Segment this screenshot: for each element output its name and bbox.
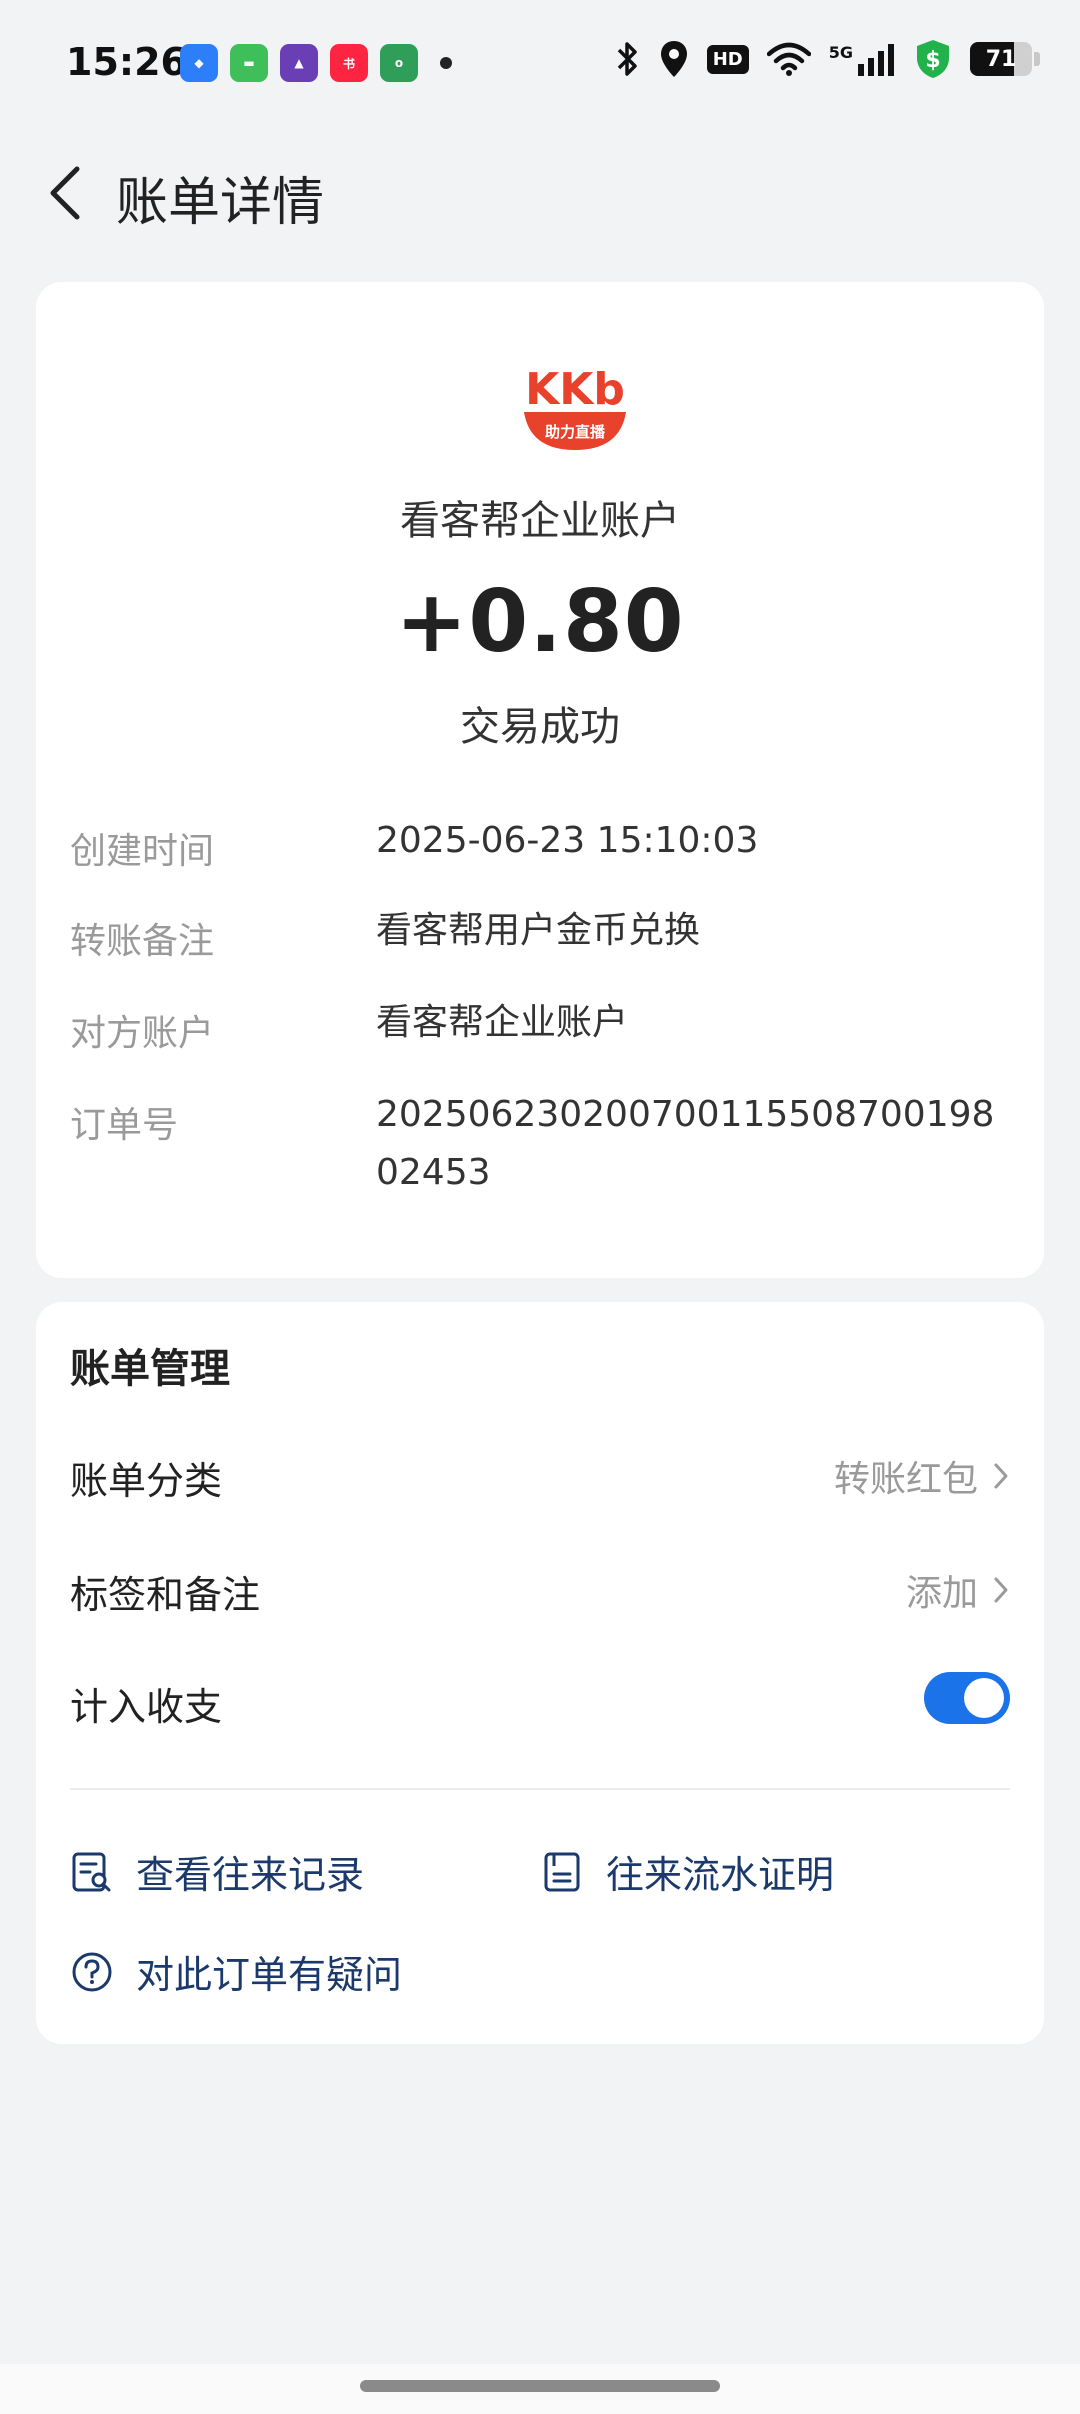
view-records-label: 查看往来记录 xyxy=(136,1853,365,1897)
include-in-budget-toggle[interactable] xyxy=(924,1672,1010,1724)
merchant-name: 看客帮企业账户 xyxy=(400,498,680,544)
detail-label: 创建时间 xyxy=(70,831,215,872)
view-records-link[interactable]: 查看往来记录 xyxy=(70,1844,364,1899)
back-button[interactable] xyxy=(30,158,100,228)
detail-label: 订单号 xyxy=(70,1105,179,1146)
oppo-app-icon: o xyxy=(380,44,418,82)
messages-app-icon: ▬ xyxy=(230,44,268,82)
battery-level: 71 xyxy=(985,46,1017,72)
security-shield-icon: $ xyxy=(917,40,949,78)
chat-app-icon: ◆ xyxy=(180,44,218,82)
detail-value: 2025-06-23 15:10:03 xyxy=(376,820,759,861)
records-search-icon xyxy=(72,1852,111,1891)
status-time: 15:26 xyxy=(66,40,187,84)
toggle-knob xyxy=(964,1678,1004,1718)
cellular-signal: 5G xyxy=(829,42,896,76)
notification-app-icons: ◆ ▬ ▲ 书 o xyxy=(180,44,452,82)
page-title: 账单详情 xyxy=(116,173,325,233)
section-title: 账单管理 xyxy=(70,1346,230,1392)
home-indicator[interactable] xyxy=(360,2380,720,2392)
bill-category-label: 账单分类 xyxy=(70,1459,223,1503)
document-icon xyxy=(544,1852,580,1891)
order-number-value[interactable]: 20250623020070011550870019802453 xyxy=(376,1086,1010,1202)
battery-indicator: 71 xyxy=(970,42,1040,76)
include-in-budget-row: 计入收支 xyxy=(70,1662,1010,1742)
bluetooth-icon xyxy=(617,42,637,76)
bill-category-right: 转账红包 xyxy=(834,1450,1010,1502)
location-icon xyxy=(660,41,687,77)
detail-value: 看客帮用户金币兑换 xyxy=(376,910,701,951)
bill-category-row[interactable]: 账单分类 转账红包 xyxy=(70,1436,1010,1516)
xiaohongshu-app-icon: 书 xyxy=(330,44,368,82)
hd-badge: HD xyxy=(706,44,749,74)
detail-value: 看客帮企业账户 xyxy=(376,1002,629,1043)
signal-icon xyxy=(858,44,894,76)
include-in-budget-label: 计入收支 xyxy=(70,1685,223,1729)
tags-notes-row[interactable]: 标签和备注 添加 xyxy=(70,1550,1010,1630)
transaction-card: KKb 助力直播 看客帮企业账户 +0.80 交易成功 创建时间 2025-06… xyxy=(36,282,1044,1278)
status-indicators: HD 5G $ 71 xyxy=(615,38,1040,80)
tags-notes-value: 添加 xyxy=(905,1573,978,1614)
chevron-right-icon xyxy=(994,1463,1008,1489)
detail-label: 对方账户 xyxy=(70,1013,215,1054)
video-app-icon: ▲ xyxy=(280,44,318,82)
order-question-label: 对此订单有疑问 xyxy=(136,1953,403,1997)
tags-notes-right: 添加 xyxy=(906,1564,1010,1616)
svg-text:$: $ xyxy=(925,48,940,73)
network-type: 5G xyxy=(828,43,853,62)
wifi-icon xyxy=(766,42,811,76)
transaction-proof-label: 往来流水证明 xyxy=(606,1853,835,1897)
battery-cap xyxy=(1034,52,1040,66)
question-circle-icon xyxy=(72,1952,112,1991)
divider xyxy=(70,1788,1010,1790)
logo-text: KKb xyxy=(525,364,625,415)
tags-notes-label: 标签和备注 xyxy=(70,1573,261,1617)
transaction-status: 交易成功 xyxy=(460,704,620,750)
transaction-amount: +0.80 xyxy=(395,572,685,672)
battery-icon: 71 xyxy=(970,42,1032,76)
transaction-proof-link[interactable]: 往来流水证明 xyxy=(540,1844,834,1899)
merchant-logo: KKb 助力直播 xyxy=(524,364,626,450)
chevron-left-icon xyxy=(50,166,80,220)
bill-category-value: 转账红包 xyxy=(833,1459,978,1500)
chevron-right-icon xyxy=(994,1577,1008,1603)
order-question-link[interactable]: 对此订单有疑问 xyxy=(70,1944,402,1999)
bill-management-card: 账单管理 账单分类 转账红包 标签和备注 添加 计入收支 查看往来记录 往来流水… xyxy=(36,1302,1044,2044)
top-bar: 账单详情 xyxy=(0,140,1080,250)
logo-subtext: 助力直播 xyxy=(545,423,606,441)
more-notifications-dot xyxy=(440,57,452,69)
detail-label: 转账备注 xyxy=(70,921,215,962)
status-bar: 15:26 ◆ ▬ ▲ 书 o HD 5G $ 71 xyxy=(0,0,1080,130)
